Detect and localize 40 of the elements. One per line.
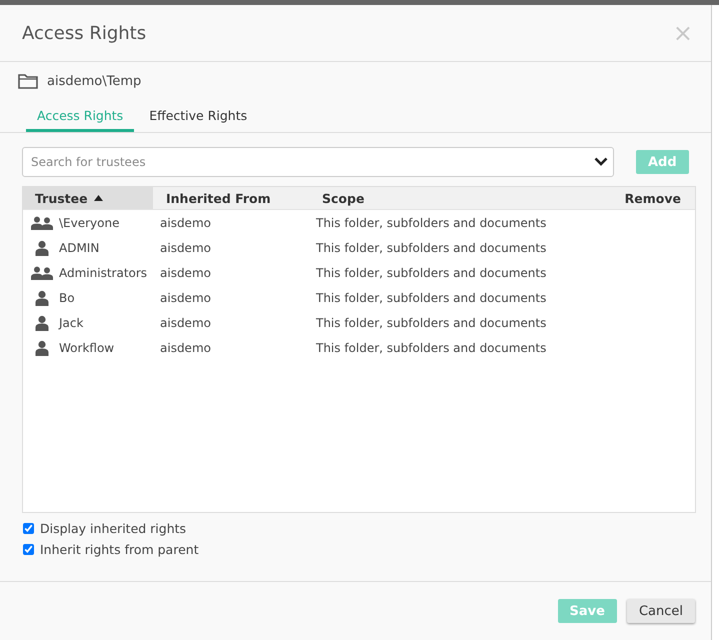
table-cell-text: aisdemo (159, 340, 212, 354)
checkbox[interactable] (23, 523, 34, 534)
table-cell-text: This folder, subfolders and documents (315, 316, 548, 330)
table-cell-text: This folder, subfolders and documents (315, 340, 548, 354)
trustee-name[interactable]: Jack (59, 316, 84, 330)
people-icon (31, 216, 53, 230)
table-cell-text: This folder, subfolders and documents (315, 266, 548, 280)
trustee-name[interactable]: ADMIN (59, 240, 100, 254)
cancel-button[interactable]: Cancel (626, 599, 695, 623)
checkbox[interactable] (23, 544, 34, 555)
person-icon (34, 240, 50, 256)
trustee-name[interactable]: Workflow (59, 340, 114, 354)
table-cell-text: aisdemo (159, 266, 212, 280)
trustee-name[interactable]: \Everyone (59, 216, 120, 230)
chevron-down-icon (594, 157, 608, 166)
table-cell-text: This folder, subfolders and documents (315, 240, 548, 254)
table-cell-text: aisdemo (159, 290, 212, 304)
column-header[interactable]: Trustee (23, 187, 153, 209)
person-icon (34, 314, 50, 330)
table-cell-text: aisdemo (159, 216, 212, 230)
dialog-title: Access Rights (22, 22, 146, 44)
checkbox-label: Display inherited rights (40, 521, 186, 536)
checkbox-label: Inherit rights from parent (40, 542, 199, 557)
table-cell-text: This folder, subfolders and documents (315, 216, 548, 230)
trustee-name[interactable]: Administrators (59, 266, 148, 280)
search-field[interactable]: Search for trustees (22, 147, 614, 177)
folder-icon (18, 73, 38, 89)
person-icon (34, 290, 50, 306)
column-header[interactable]: Scope (309, 187, 609, 209)
sort-ascending-icon (94, 195, 103, 201)
column-header[interactable]: Inherited From (153, 187, 309, 209)
person-icon (34, 340, 50, 356)
table-cell-text: aisdemo (159, 316, 212, 330)
tab[interactable]: Effective Rights (138, 108, 258, 132)
table-cell-text: aisdemo (159, 240, 212, 254)
table-cell-text: This folder, subfolders and documents (315, 290, 548, 304)
people-icon (31, 266, 53, 280)
folder-path: aisdemo\Temp (47, 74, 142, 88)
column-header[interactable]: Remove (609, 187, 695, 209)
trustee-name[interactable]: Bo (59, 290, 75, 304)
